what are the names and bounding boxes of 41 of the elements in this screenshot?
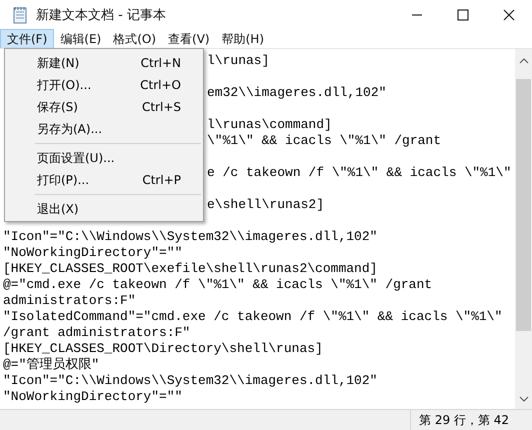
scroll-up-icon[interactable] — [518, 57, 528, 65]
code-line: l\runas] — [207, 53, 270, 68]
code-line: "Icon"="C:\\Windows\\System32\\imageres.dll,102" — [3, 229, 378, 244]
code-line: @="cmd.exe /c takeown /f \"%1\" && icacls \"%1\" /grant — [3, 277, 432, 292]
menu-option[interactable]: 另存为(A)... — [37, 120, 102, 138]
code-line: "NoWorkingDirectory"="" — [3, 389, 182, 404]
code-line: \"%1\" && icacls \"%1\" /grant — [207, 133, 442, 148]
code-line: e\shell\runas2] — [207, 197, 324, 212]
menu-option[interactable]: 保存(S) — [37, 98, 78, 116]
shortcut-label: Ctrl+N — [140, 56, 181, 70]
menu-option[interactable]: 退出(X) — [37, 200, 79, 218]
window-title: 新建文本文档 - 记事本 — [36, 7, 166, 24]
menu-item[interactable]: 文件(F) — [0, 29, 54, 49]
menu-option[interactable]: 打印(P)... — [37, 172, 90, 188]
notepad-icon — [12, 6, 28, 24]
code-line: administrators:F" — [3, 293, 136, 308]
menu-item[interactable]: 帮助(H) — [216, 30, 270, 48]
shortcut-label: Ctrl+P — [142, 173, 181, 187]
code-line: em32\\imageres.dll,102" — [207, 85, 386, 100]
scroll-down-icon[interactable] — [518, 395, 528, 403]
menu-option[interactable]: 打开(O)... — [37, 76, 92, 94]
menu-option[interactable]: 新建(N) — [37, 54, 80, 72]
menu-item[interactable]: 查看(V) — [162, 30, 216, 48]
shortcut-label: Ctrl+O — [140, 78, 181, 92]
close-icon[interactable] — [503, 9, 515, 21]
scrollbar-thumb[interactable] — [516, 79, 531, 331]
code-line: [HKEY_CLASSES_ROOT\Directory\shell\runas] — [3, 341, 323, 356]
code-line: l\runas\command] — [207, 117, 332, 132]
code-line: "NoWorkingDirectory"="" — [3, 245, 182, 260]
cursor-position: 第 29 行，第 42 — [418, 412, 509, 428]
code-line: @="管理员权限" — [3, 357, 100, 372]
shortcut-label: Ctrl+S — [142, 100, 181, 114]
code-line: /grant administrators:F" — [3, 325, 190, 340]
menu-option[interactable]: 页面设置(U)... — [37, 150, 115, 166]
menu-item[interactable]: 格式(O) — [107, 30, 162, 48]
menu-item[interactable]: 编辑(E) — [54, 30, 108, 48]
code-line: [HKEY_CLASSES_ROOT\exefile\shell\runas2\command] — [3, 261, 378, 276]
code-line: e /c takeown /f \"%1\" && icacls \"%1\" — [207, 165, 512, 180]
code-line: "Icon"="C:\\Windows\\System32\\imageres.dll,102" — [3, 373, 378, 388]
code-line: "IsolatedCommand"="cmd.exe /c takeown /f \"%1\" && icacls \"%1\" — [3, 309, 502, 324]
maximize-icon[interactable] — [457, 9, 469, 21]
